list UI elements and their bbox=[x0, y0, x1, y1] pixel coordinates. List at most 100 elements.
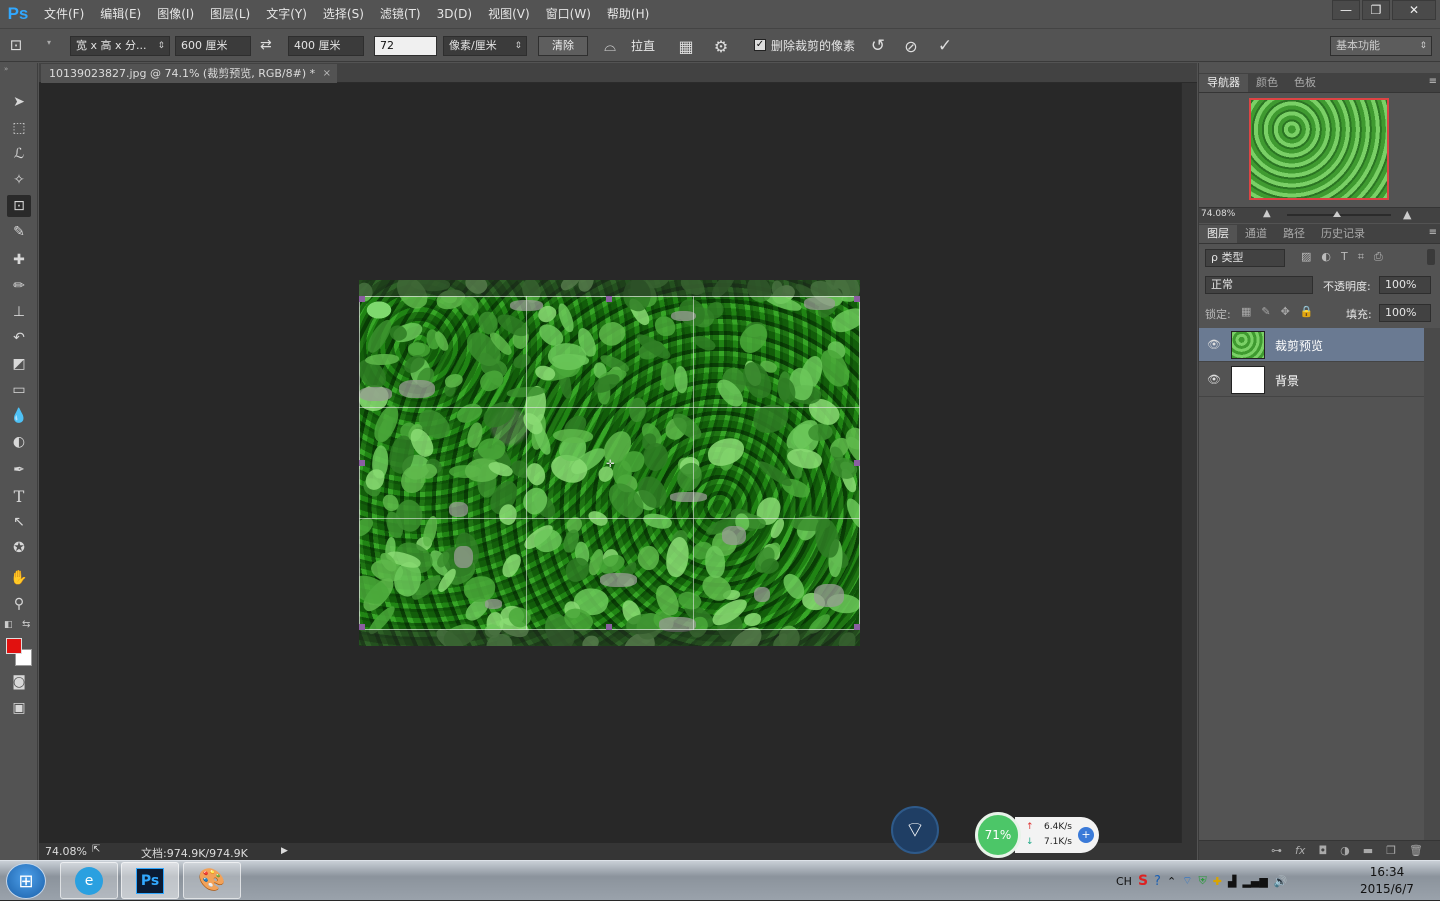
delete-layer-icon[interactable]: 🗑 bbox=[1409, 844, 1423, 857]
layer-name[interactable]: 背景 bbox=[1275, 372, 1299, 389]
layer-filter-select[interactable]: ρ 类型 bbox=[1205, 249, 1285, 267]
menu-3d[interactable]: 3D(D) bbox=[429, 0, 480, 28]
height-input[interactable]: 400 厘米 bbox=[288, 36, 364, 56]
crop-handle[interactable] bbox=[606, 624, 612, 630]
start-button[interactable]: ⊞ bbox=[6, 863, 46, 899]
crop-handle[interactable] bbox=[854, 296, 860, 302]
delete-cropped-label[interactable]: 删除裁剪的像素 bbox=[771, 36, 855, 56]
clear-button[interactable]: 清除 bbox=[538, 36, 588, 56]
layer-row[interactable]: 👁 裁剪预览 bbox=[1199, 328, 1424, 362]
menu-help[interactable]: 帮助(H) bbox=[599, 0, 657, 28]
tab-layers[interactable]: 图层 bbox=[1199, 225, 1237, 243]
minimize-button[interactable]: — bbox=[1332, 0, 1360, 20]
swap-colors-icon[interactable]: ⇆ bbox=[22, 619, 30, 630]
layers-scrollbar[interactable] bbox=[1424, 328, 1440, 840]
move-tool-icon[interactable]: ➤ bbox=[7, 91, 31, 113]
opacity-input[interactable]: 100% bbox=[1379, 276, 1431, 294]
network-speed-widget[interactable]: ↑ 6.4K/s ↓ 7.1K/s + 71% bbox=[975, 812, 1099, 858]
menu-image[interactable]: 图像(I) bbox=[149, 0, 202, 28]
type-tool-icon[interactable]: T bbox=[7, 485, 31, 507]
zoom-out-icon[interactable]: ▲ bbox=[1263, 208, 1271, 219]
help-icon[interactable]: ? bbox=[1154, 874, 1161, 889]
filter-toggle[interactable] bbox=[1427, 249, 1435, 265]
menu-select[interactable]: 选择(S) bbox=[315, 0, 372, 28]
history-brush-tool-icon[interactable]: ↶ bbox=[7, 327, 31, 349]
fill-input[interactable]: 100% bbox=[1379, 304, 1431, 322]
adjustment-layer-icon[interactable]: ◑ bbox=[1340, 844, 1350, 857]
zoom-in-icon[interactable]: ▲ bbox=[1403, 208, 1411, 221]
marquee-tool-icon[interactable]: ⬚ bbox=[7, 117, 31, 139]
menu-file[interactable]: 文件(F) bbox=[36, 0, 92, 28]
pen-tool-icon[interactable]: ✒ bbox=[7, 459, 31, 481]
canvas-vertical-scrollbar[interactable] bbox=[1181, 83, 1197, 843]
layer-name[interactable]: 裁剪预览 bbox=[1275, 337, 1323, 354]
menu-layer[interactable]: 图层(L) bbox=[202, 0, 258, 28]
paint-icon[interactable]: 🎨 bbox=[183, 862, 241, 899]
tab-channels[interactable]: 通道 bbox=[1237, 225, 1275, 243]
menu-edit[interactable]: 编辑(E) bbox=[92, 0, 149, 28]
gear-icon[interactable]: ⚙ bbox=[711, 35, 731, 57]
eye-icon[interactable]: 👁 bbox=[1207, 338, 1221, 351]
wifi-icon[interactable]: ⌔ bbox=[891, 806, 939, 854]
tab-paths[interactable]: 路径 bbox=[1275, 225, 1313, 243]
foreground-color-swatch[interactable] bbox=[6, 638, 22, 654]
crop-preset-icon[interactable]: ⊡ bbox=[6, 35, 26, 55]
restore-button[interactable]: ❐ bbox=[1362, 0, 1390, 20]
shape-tool-icon[interactable]: ✪ bbox=[7, 537, 31, 559]
default-colors-icon[interactable]: ◧ bbox=[4, 620, 13, 630]
memory-usage-circle[interactable]: 71% bbox=[975, 812, 1021, 858]
reset-crop-icon[interactable]: ↺ bbox=[867, 35, 889, 57]
add-mask-icon[interactable]: ◘ bbox=[1318, 844, 1327, 857]
dodge-tool-icon[interactable]: ◐ bbox=[7, 431, 31, 453]
clone-stamp-tool-icon[interactable]: ⊥ bbox=[7, 301, 31, 323]
ie-browser-icon[interactable]: e bbox=[60, 862, 118, 899]
blend-mode-select[interactable]: 正常 bbox=[1205, 276, 1313, 294]
signal-icon[interactable]: ▂▄▆ bbox=[1242, 875, 1267, 888]
fx-icon[interactable]: fx bbox=[1295, 844, 1305, 857]
collapse-icon[interactable]: » bbox=[4, 65, 8, 73]
straighten-label[interactable]: 拉直 bbox=[631, 36, 655, 56]
overlay-grid-icon[interactable]: ▦ bbox=[676, 35, 696, 57]
status-menu-arrow-icon[interactable]: ▶ bbox=[281, 846, 288, 856]
tab-swatches[interactable]: 色板 bbox=[1286, 74, 1324, 92]
blur-tool-icon[interactable]: 💧 bbox=[7, 405, 31, 427]
shield-icon[interactable]: ⛨ bbox=[1199, 874, 1207, 888]
crop-handle[interactable] bbox=[854, 460, 860, 466]
crop-handle[interactable] bbox=[359, 624, 365, 630]
lock-icons[interactable]: ▦✎✥🔒 bbox=[1241, 305, 1324, 318]
link-layers-icon[interactable]: ⊶ bbox=[1271, 844, 1282, 857]
document-close-icon[interactable]: × bbox=[323, 64, 331, 83]
resolution-unit-select[interactable]: 像素/厘米 bbox=[443, 36, 527, 56]
language-indicator[interactable]: CH bbox=[1116, 875, 1132, 888]
photoshop-icon[interactable]: Ps bbox=[121, 862, 179, 899]
brush-tool-icon[interactable]: ✏ bbox=[7, 275, 31, 297]
volume-icon[interactable]: 🔊 bbox=[1274, 875, 1288, 888]
workspace-select[interactable]: 基本功能 bbox=[1330, 36, 1432, 56]
crop-handle[interactable] bbox=[359, 296, 365, 302]
document-tab[interactable]: 10139023827.jpg @ 74.1% (裁剪预览, RGB/8#) *… bbox=[41, 64, 337, 83]
swap-icon[interactable]: ⇄ bbox=[260, 37, 272, 53]
delete-cropped-checkbox[interactable]: ✓ bbox=[754, 39, 766, 51]
new-layer-icon[interactable]: ❐ bbox=[1386, 844, 1396, 857]
sogou-ime-icon[interactable]: S bbox=[1138, 873, 1148, 889]
width-input[interactable]: 600 厘米 bbox=[175, 36, 251, 56]
crop-handle[interactable] bbox=[359, 460, 365, 466]
menu-filter[interactable]: 滤镜(T) bbox=[372, 0, 429, 28]
quick-mask-icon[interactable]: ◙ bbox=[7, 671, 31, 693]
accelerate-icon[interactable]: + bbox=[1078, 827, 1094, 843]
magic-wand-tool-icon[interactable]: ✧ bbox=[7, 169, 31, 191]
zoom-slider-handle[interactable] bbox=[1333, 211, 1341, 217]
path-selection-tool-icon[interactable]: ↖ bbox=[7, 511, 31, 533]
menu-window[interactable]: 窗口(W) bbox=[538, 0, 599, 28]
crop-handle[interactable] bbox=[606, 296, 612, 302]
tab-color[interactable]: 颜色 bbox=[1248, 74, 1286, 92]
network-icon[interactable]: ▟ bbox=[1228, 875, 1236, 888]
hand-tool-icon[interactable]: ✋ bbox=[7, 567, 31, 589]
crop-handle[interactable] bbox=[854, 624, 860, 630]
lasso-tool-icon[interactable]: ℒ bbox=[7, 143, 31, 165]
cancel-crop-icon[interactable]: ⊘ bbox=[900, 35, 922, 57]
zoom-level[interactable]: 74.08% bbox=[45, 845, 87, 858]
layer-row[interactable]: 👁 背景 bbox=[1199, 363, 1424, 397]
menu-view[interactable]: 视图(V) bbox=[480, 0, 538, 28]
chevron-down-icon[interactable]: ▾ bbox=[47, 38, 51, 47]
